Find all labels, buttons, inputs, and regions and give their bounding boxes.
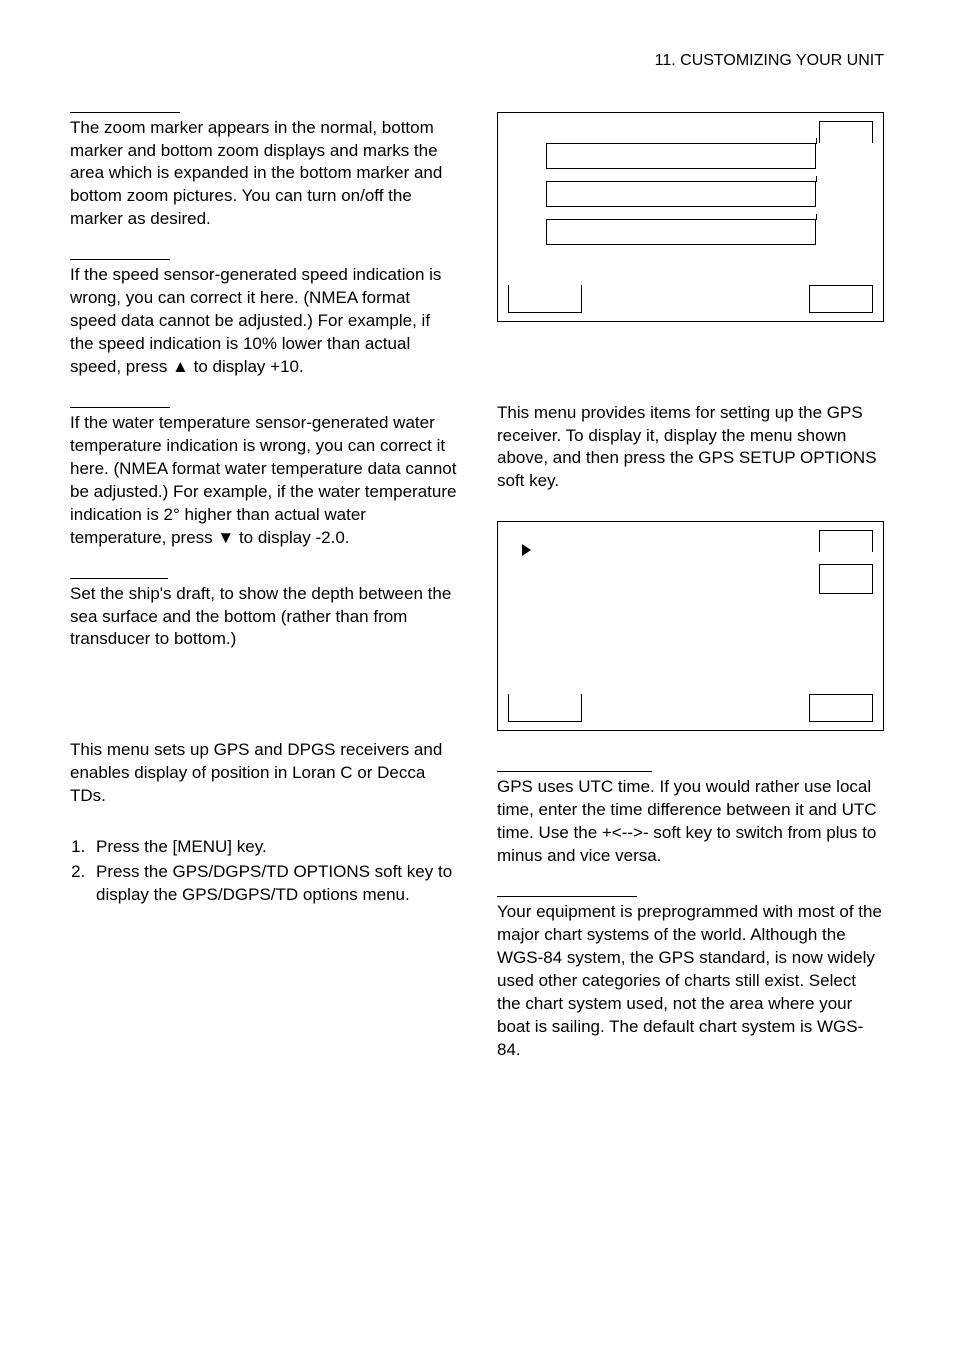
left-column: The zoom marker appears in the normal, b… bbox=[70, 112, 457, 1090]
draft-block: Set the ship's draft, to show the depth … bbox=[70, 578, 457, 652]
section-rule bbox=[70, 578, 168, 579]
figure-option-bar bbox=[546, 143, 816, 169]
local-time-text: GPS uses UTC time. If you would rather u… bbox=[497, 776, 884, 868]
steps-list: Press the [MENU] key. Press the GPS/DGPS… bbox=[70, 836, 457, 907]
figure-option-bar bbox=[546, 219, 816, 245]
gps-setup-intro-block: This menu provides items for setting up … bbox=[497, 402, 884, 494]
section-rule bbox=[497, 896, 637, 897]
figure-option-bar bbox=[546, 181, 816, 207]
figure-side-box bbox=[819, 564, 873, 594]
page: 11. CUSTOMIZING YOUR UNIT The zoom marke… bbox=[0, 0, 954, 1150]
section-rule bbox=[70, 407, 170, 408]
geodetic-text: Your equipment is preprogrammed with mos… bbox=[497, 901, 884, 1062]
figure-bottom-left-button bbox=[508, 694, 582, 722]
speed-sensor-text: If the speed sensor-generated speed indi… bbox=[70, 264, 457, 379]
figure-bottom-right-button bbox=[809, 285, 873, 313]
section-rule bbox=[70, 259, 170, 260]
right-column: This menu provides items for setting up … bbox=[497, 112, 884, 1090]
speed-sensor-block: If the speed sensor-generated speed indi… bbox=[70, 259, 457, 379]
figure-top-tab bbox=[819, 530, 873, 552]
figure-top-tab bbox=[819, 121, 873, 143]
temp-sensor-block: If the water temperature sensor-generate… bbox=[70, 407, 457, 550]
gps-dpgs-intro-text: This menu sets up GPS and DPGS receivers… bbox=[70, 739, 457, 808]
figure-bottom-right-button bbox=[809, 694, 873, 722]
options-menu-figure bbox=[497, 112, 884, 322]
figure-bottom-left-button bbox=[508, 285, 582, 313]
draft-text: Set the ship's draft, to show the depth … bbox=[70, 583, 457, 652]
page-header: 11. CUSTOMIZING YOUR UNIT bbox=[70, 50, 884, 72]
geodetic-block: Your equipment is preprogrammed with mos… bbox=[497, 896, 884, 1062]
section-rule bbox=[70, 112, 180, 113]
zoom-marker-block: The zoom marker appears in the normal, b… bbox=[70, 112, 457, 232]
step-1: Press the [MENU] key. bbox=[90, 836, 457, 859]
zoom-marker-text: The zoom marker appears in the normal, b… bbox=[70, 117, 457, 232]
temp-sensor-text: If the water temperature sensor-generate… bbox=[70, 412, 457, 550]
section-rule bbox=[497, 771, 652, 772]
gps-dpgs-intro-block: This menu sets up GPS and DPGS receivers… bbox=[70, 739, 457, 808]
step-2: Press the GPS/DGPS/TD OPTIONS soft key t… bbox=[90, 861, 457, 907]
local-time-block: GPS uses UTC time. If you would rather u… bbox=[497, 771, 884, 868]
gps-setup-intro-text: This menu provides items for setting up … bbox=[497, 402, 884, 494]
cursor-triangle-icon bbox=[522, 544, 531, 556]
gps-setup-figure bbox=[497, 521, 884, 731]
content-columns: The zoom marker appears in the normal, b… bbox=[70, 112, 884, 1090]
